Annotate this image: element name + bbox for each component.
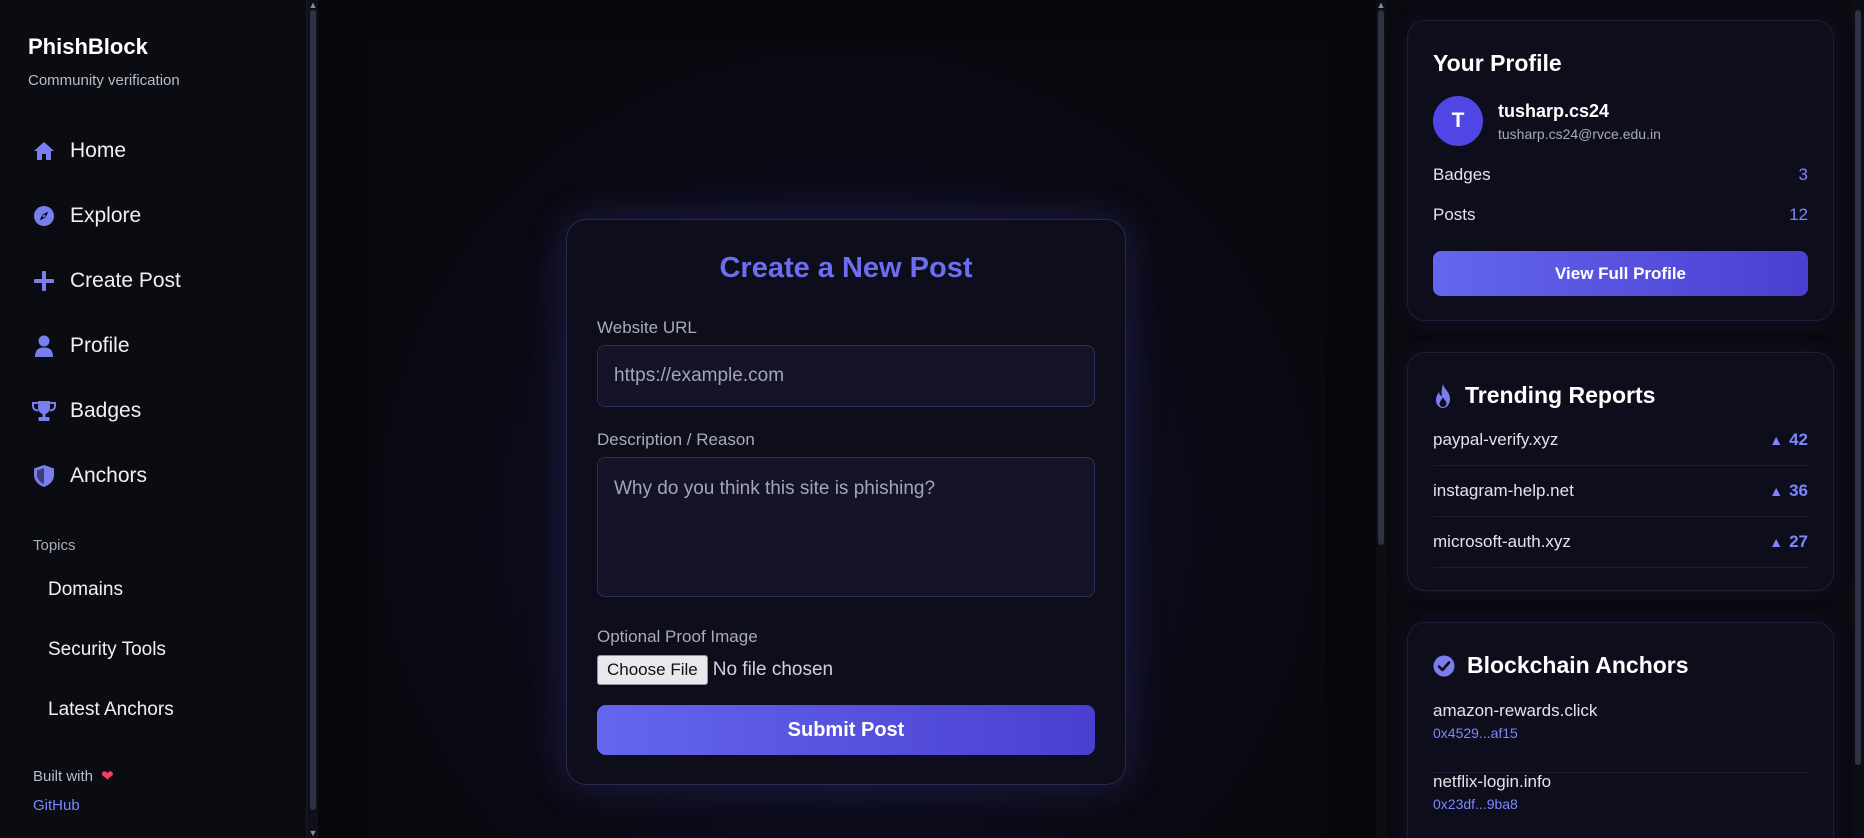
plus-icon [32, 269, 56, 293]
sidebar-scroll-thumb[interactable] [310, 10, 316, 810]
profile-title: Your Profile [1433, 50, 1562, 76]
nav-item-anchors[interactable]: Anchors [32, 459, 147, 493]
nav-item-profile[interactable]: Profile [32, 329, 130, 363]
scroll-up-icon[interactable]: ▲ [308, 0, 318, 10]
vote-count: 36 [1789, 481, 1808, 500]
user-name: tusharp.cs24 [1498, 101, 1610, 121]
flame-icon [1433, 383, 1453, 408]
main-scrollbar[interactable]: ▲ [1376, 0, 1386, 838]
upvote-icon: ▲ [1769, 432, 1784, 448]
list-item[interactable]: paypal-verify.xyz ▲ 42 [1433, 415, 1808, 466]
github-link[interactable]: GitHub [33, 797, 80, 814]
trending-title-row: Trending Reports [1433, 382, 1655, 409]
built-with-text: Built with [33, 767, 94, 785]
app-root: PhishBlock Community verification Home E… [0, 0, 1864, 838]
shield-icon [32, 464, 56, 488]
stat-label: Posts [1433, 205, 1476, 224]
url-label: Website URL [597, 318, 697, 337]
heart-icon: ❤ [101, 768, 114, 785]
avatar[interactable]: T [1433, 96, 1483, 146]
brand-subtitle: Community verification [28, 72, 180, 89]
proof-image-label: Optional Proof Image [597, 627, 758, 646]
description-textarea[interactable] [597, 457, 1095, 597]
description-label: Description / Reason [597, 430, 755, 449]
file-status-text: No file chosen [712, 659, 834, 680]
nav-label-anchors: Anchors [70, 464, 148, 487]
nav-label-explore: Explore [70, 204, 142, 227]
trend-domain: paypal-verify.xyz [1433, 430, 1559, 449]
trending-title: Trending Reports [1465, 382, 1656, 408]
nav-label-profile: Profile [70, 334, 130, 357]
choose-file-button[interactable]: Choose File [597, 655, 708, 685]
list-item[interactable]: netflix-login.info 0x23df...9ba8 [1433, 772, 1808, 838]
nav-item-home[interactable]: Home [32, 134, 126, 168]
vote-count: 27 [1789, 532, 1808, 551]
upvote-icon: ▲ [1769, 534, 1784, 550]
home-icon [32, 139, 56, 163]
user-email: tusharp.cs24@rvce.edu.in [1498, 126, 1661, 142]
file-picker: Choose File No file chosen [597, 655, 833, 685]
anchor-hash-link[interactable]: 0x23df...9ba8 [1433, 796, 1518, 812]
right-scroll-thumb[interactable] [1855, 10, 1861, 765]
nav-item-create-post[interactable]: Create Post [32, 264, 181, 298]
trend-votes: ▲ 27 [1769, 532, 1808, 552]
main-scroll-thumb[interactable] [1378, 10, 1384, 545]
scroll-up-icon[interactable]: ▲ [1376, 0, 1386, 10]
vote-count: 42 [1789, 430, 1808, 449]
scroll-down-icon[interactable]: ▼ [308, 828, 318, 838]
trophy-icon [32, 399, 56, 423]
nav-label-home: Home [70, 139, 127, 162]
user-icon [32, 334, 56, 358]
built-with-footer: Built with ❤ [33, 767, 114, 786]
website-url-input[interactable] [597, 345, 1095, 407]
anchors-title-row: Blockchain Anchors [1433, 652, 1689, 679]
anchor-domain: netflix-login.info [1433, 772, 1552, 791]
nav-label-create-post: Create Post [70, 269, 181, 292]
topics-heading: Topics [33, 537, 76, 554]
submit-post-button[interactable]: Submit Post [597, 705, 1095, 755]
right-scrollbar[interactable] [1852, 0, 1864, 838]
topic-item-security-tools[interactable]: Security Tools [48, 639, 166, 661]
list-item[interactable]: microsoft-auth.xyz ▲ 27 [1433, 517, 1808, 568]
anchor-domain: amazon-rewards.click [1433, 701, 1598, 720]
sidebar: PhishBlock Community verification Home E… [0, 0, 306, 838]
stat-row-posts: Posts 12 [1433, 205, 1808, 225]
upvote-icon: ▲ [1769, 483, 1784, 499]
list-item[interactable]: amazon-rewards.click 0x4529...af15 [1433, 701, 1808, 773]
sidebar-scrollbar[interactable]: ▲ ▼ [306, 0, 318, 838]
nav-item-explore[interactable]: Explore [32, 199, 141, 233]
trend-votes: ▲ 42 [1769, 430, 1808, 450]
view-full-profile-button[interactable]: View Full Profile [1433, 251, 1808, 296]
trend-votes: ▲ 36 [1769, 481, 1808, 501]
anchors-title: Blockchain Anchors [1467, 652, 1689, 678]
stat-label: Badges [1433, 165, 1491, 184]
compass-icon [32, 204, 56, 228]
trend-domain: instagram-help.net [1433, 481, 1574, 500]
topic-item-latest-anchors[interactable]: Latest Anchors [48, 699, 174, 721]
trend-domain: microsoft-auth.xyz [1433, 532, 1571, 551]
list-item[interactable]: instagram-help.net ▲ 36 [1433, 466, 1808, 517]
check-circle-icon [1433, 655, 1455, 677]
brand-logo[interactable]: PhishBlock [28, 34, 148, 60]
nav-item-badges[interactable]: Badges [32, 394, 141, 428]
nav-label-badges: Badges [70, 399, 142, 422]
stat-value: 12 [1789, 205, 1808, 224]
page-title: Create a New Post [719, 252, 973, 284]
topic-item-domains[interactable]: Domains [48, 579, 123, 601]
anchor-hash-link[interactable]: 0x4529...af15 [1433, 725, 1518, 741]
stat-row-badges: Badges 3 [1433, 165, 1808, 185]
stat-value: 3 [1798, 165, 1808, 184]
